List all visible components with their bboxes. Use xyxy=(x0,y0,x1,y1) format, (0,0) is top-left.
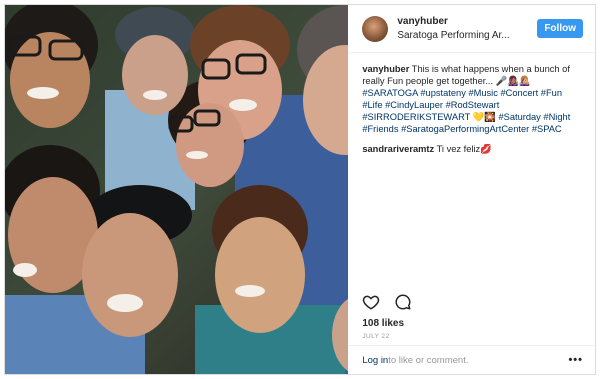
follow-button[interactable]: Follow xyxy=(537,19,583,38)
hashtag-link[interactable]: #Friends xyxy=(362,124,401,134)
comment-item: sandrariveramtz Ti vez feliz💋 xyxy=(362,143,583,155)
login-prompt: to like or comment. xyxy=(388,354,469,366)
action-bar xyxy=(362,293,412,311)
post-sidebar: vanyhuber Saratoga Performing Ar... Foll… xyxy=(348,5,595,374)
post-header: vanyhuber Saratoga Performing Ar... Foll… xyxy=(348,5,595,53)
hashtag-link[interactable]: #SIRRODERIKSTEWART xyxy=(362,112,472,122)
hashtag-link[interactable]: #SARATOGA xyxy=(362,88,420,98)
more-options-icon[interactable]: ••• xyxy=(568,354,583,366)
hashtag-link[interactable]: #RodStewart xyxy=(446,100,500,110)
hashtag-link[interactable]: #Saturday xyxy=(498,112,543,122)
comment-username[interactable]: sandrariveramtz xyxy=(362,144,434,154)
caption: vanyhuber This is what happens when a bu… xyxy=(362,63,583,135)
hashtag-link[interactable]: #Fun xyxy=(541,88,562,98)
header-location[interactable]: Saratoga Performing Ar... xyxy=(397,29,537,43)
header-username[interactable]: vanyhuber xyxy=(397,15,537,29)
hashtag-link[interactable]: #Night xyxy=(543,112,570,122)
login-footer: Log in to like or comment. ••• xyxy=(348,345,595,374)
hashtag-link[interactable]: #Concert xyxy=(500,88,540,98)
login-link[interactable]: Log in xyxy=(362,355,388,366)
user-avatar[interactable] xyxy=(362,15,389,42)
caption-hashtags: #SARATOGA #upstateny #Music #Concert #Fu… xyxy=(362,88,570,134)
heart-icon[interactable] xyxy=(362,293,380,311)
hashtag-link[interactable]: #CindyLauper xyxy=(385,100,445,110)
comment-text: Ti vez feliz💋 xyxy=(436,144,492,154)
caption-username[interactable]: vanyhuber xyxy=(362,64,409,74)
hashtag-link[interactable]: #Music xyxy=(468,88,500,98)
hashtag-link: 💛🎇 xyxy=(472,112,499,122)
hashtag-link[interactable]: #Life xyxy=(362,100,385,110)
hashtag-link[interactable]: #SPAC xyxy=(532,124,562,134)
post-photo[interactable] xyxy=(5,5,349,374)
likes-count[interactable]: 108 likes xyxy=(362,318,404,329)
instagram-post: vanyhuber Saratoga Performing Ar... Foll… xyxy=(4,4,596,375)
comment-bubble-icon[interactable] xyxy=(394,293,412,311)
hashtag-link[interactable]: #upstateny xyxy=(420,88,468,98)
hashtag-link[interactable]: #SaratogaPerformingArtCenter xyxy=(401,124,532,134)
post-date[interactable]: JULY 22 xyxy=(362,333,389,340)
header-text: vanyhuber Saratoga Performing Ar... xyxy=(397,15,537,43)
group-selfie-image xyxy=(5,5,349,374)
